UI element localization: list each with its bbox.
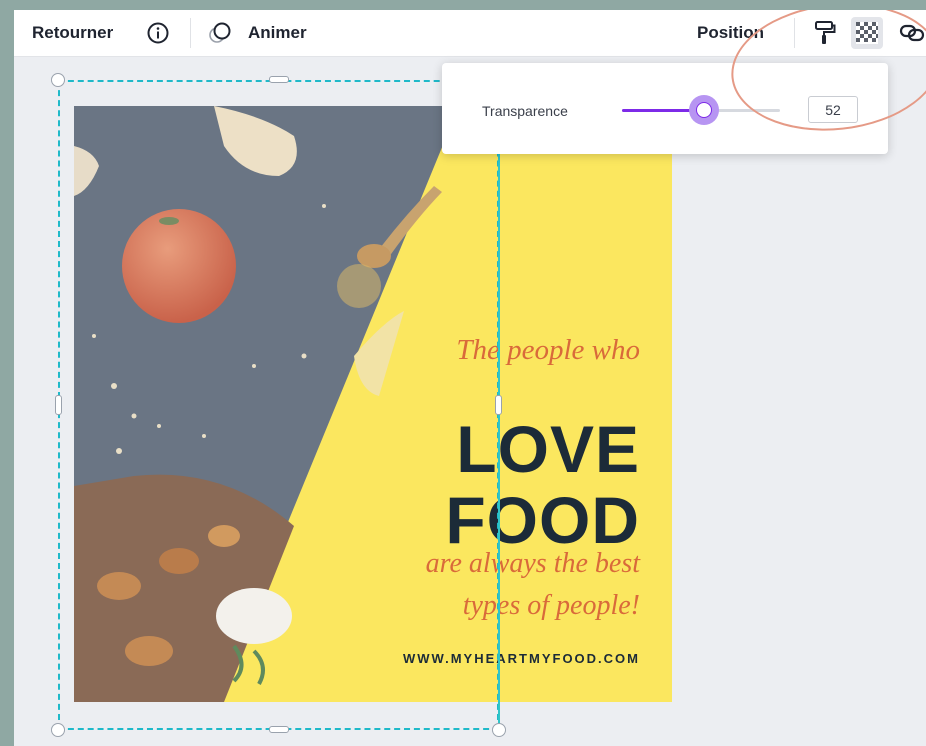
toolbar-separator xyxy=(190,18,191,48)
resize-handle-right[interactable] xyxy=(495,395,502,415)
animate-label[interactable]: Animer xyxy=(248,23,307,43)
slider-thumb[interactable] xyxy=(689,95,720,125)
info-icon xyxy=(147,22,169,44)
resize-handle-bottom-right[interactable] xyxy=(492,723,506,737)
editor-window: Retourner Animer Position The people who… xyxy=(14,10,926,746)
selection-box[interactable] xyxy=(58,80,499,730)
resize-handle-top-left[interactable] xyxy=(51,73,65,87)
animate-icon xyxy=(209,22,231,43)
animate-button[interactable] xyxy=(204,17,236,49)
resize-handle-bottom-left[interactable] xyxy=(51,723,65,737)
flip-button[interactable]: Retourner xyxy=(32,23,113,43)
resize-handle-left[interactable] xyxy=(55,395,62,415)
info-button[interactable] xyxy=(142,17,174,49)
resize-handle-bottom[interactable] xyxy=(269,726,289,733)
resize-handle-top[interactable] xyxy=(269,76,289,83)
transparency-label: Transparence xyxy=(482,103,568,119)
